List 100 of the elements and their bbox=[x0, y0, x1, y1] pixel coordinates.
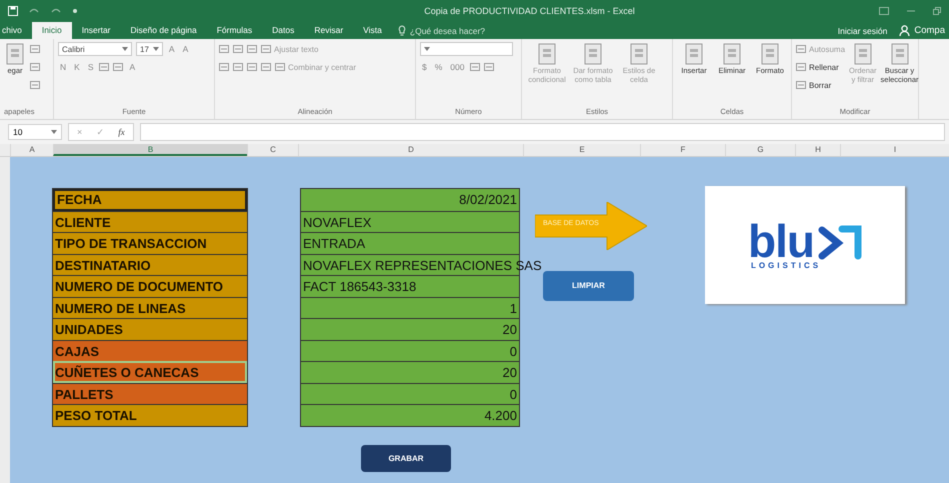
sheet-icon bbox=[536, 42, 558, 66]
field-label: NUMERO DE DOCUMENTO bbox=[53, 275, 247, 296]
cell-text: 8/02/2021 bbox=[459, 192, 517, 207]
window-title: Copia de PRODUCTIVIDAD CLIENTES.xlsm - Excel bbox=[423, 6, 636, 16]
format-button[interactable]: % bbox=[432, 62, 444, 72]
tool-icon[interactable] bbox=[219, 44, 229, 54]
format-button[interactable]: S bbox=[86, 62, 96, 72]
field-label: PALLETS bbox=[53, 382, 247, 404]
cell-text: 4.200 bbox=[484, 408, 517, 423]
field-label: TIPO DE TRANSACCION bbox=[53, 232, 247, 254]
tool-icon[interactable] bbox=[30, 80, 40, 90]
field-label: CLIENTE bbox=[53, 210, 247, 232]
sheet-icon bbox=[852, 42, 874, 66]
caret-icon bbox=[122, 47, 128, 51]
cell-text: 0 bbox=[510, 386, 517, 402]
ribbon-tab[interactable]: Vista bbox=[353, 24, 392, 39]
field-label: NUMERO DE LINEAS bbox=[53, 296, 247, 318]
column-header[interactable]: C bbox=[247, 144, 298, 156]
name-box[interactable]: 10 bbox=[8, 124, 62, 140]
caret-icon bbox=[152, 47, 159, 51]
format-button[interactable]: K bbox=[72, 62, 82, 72]
tool-icon[interactable] bbox=[470, 62, 480, 72]
tool-icon[interactable] bbox=[233, 44, 243, 54]
ribbon-tab[interactable]: Datos bbox=[262, 24, 304, 39]
search-field[interactable]: ¿Qué desea hacer? bbox=[410, 26, 486, 36]
logo-wordmark: blu bbox=[748, 220, 814, 260]
field-label: PESO TOTAL bbox=[53, 404, 247, 426]
share-button[interactable]: Compa bbox=[895, 25, 949, 39]
customize-icon[interactable] bbox=[72, 8, 78, 14]
sheet-icon bbox=[4, 42, 26, 66]
ribbon-tab[interactable]: Revisar bbox=[304, 24, 354, 39]
ribbon-tab[interactable]: Diseño de página bbox=[120, 24, 207, 39]
save-icon[interactable] bbox=[8, 6, 18, 16]
ribbon-tab[interactable]: Insertar bbox=[72, 24, 121, 39]
column-header[interactable]: I bbox=[840, 144, 949, 156]
save-button[interactable]: GRABAR bbox=[361, 445, 451, 472]
sheet-icon bbox=[888, 42, 911, 66]
tool-icon bbox=[275, 62, 285, 72]
column-header[interactable]: F bbox=[640, 144, 725, 156]
cell-text: NOVAFLEX bbox=[303, 214, 372, 230]
format-button[interactable]: 000 bbox=[448, 62, 466, 72]
tool-icon[interactable] bbox=[113, 62, 124, 72]
tool-icon[interactable] bbox=[484, 62, 494, 72]
tool-icon[interactable] bbox=[99, 62, 110, 72]
dropdown-field[interactable]: Calibri bbox=[58, 42, 132, 56]
cell-text: 0 bbox=[510, 344, 517, 358]
format-button[interactable]: A bbox=[180, 44, 190, 54]
format-button[interactable]: N bbox=[58, 62, 68, 72]
ribbon-button[interactable]: Rellenar bbox=[796, 62, 839, 72]
field-label: UNIDADES bbox=[53, 318, 247, 340]
tool-icon[interactable] bbox=[261, 62, 271, 72]
tool-icon bbox=[796, 44, 806, 54]
field-label: DESTINATARIO bbox=[53, 254, 247, 275]
ribbon-tab[interactable]: Fórmulas bbox=[206, 24, 262, 39]
tool-icon bbox=[796, 80, 806, 90]
sheet-icon bbox=[628, 42, 650, 66]
caret-icon bbox=[51, 130, 57, 134]
logo-tagline: LOGISTICS bbox=[750, 260, 822, 270]
tool-icon[interactable] bbox=[219, 62, 229, 72]
restore-icon[interactable] bbox=[933, 7, 941, 15]
tool-icon[interactable] bbox=[233, 62, 243, 72]
caret-icon bbox=[424, 47, 430, 51]
cell-text: ENTRADA bbox=[303, 236, 366, 251]
format-button[interactable]: $ bbox=[420, 62, 429, 72]
column-header[interactable]: H bbox=[795, 144, 840, 156]
cell-text: FACT 186543-3318 bbox=[303, 279, 416, 294]
ribbon-options-icon[interactable] bbox=[879, 7, 889, 15]
cell-text: 20 bbox=[502, 365, 517, 380]
cell-text: 1 bbox=[510, 300, 517, 316]
lightbulb-icon bbox=[398, 25, 406, 36]
field-label: FECHA bbox=[53, 189, 247, 210]
column-header[interactable]: B bbox=[53, 144, 247, 156]
dropdown-field[interactable] bbox=[420, 42, 513, 56]
tool-icon[interactable] bbox=[247, 44, 257, 54]
tool-icon bbox=[796, 62, 806, 72]
field-label: CAJAS bbox=[53, 340, 247, 361]
sheet-icon bbox=[721, 42, 743, 66]
formula-input[interactable] bbox=[140, 123, 945, 141]
column-header[interactable]: G bbox=[725, 144, 795, 156]
tool-icon[interactable] bbox=[247, 62, 257, 72]
dropdown-field[interactable]: 17 bbox=[136, 42, 163, 56]
ribbon-tab[interactable]: chivo bbox=[0, 24, 32, 39]
person-icon bbox=[899, 25, 910, 36]
format-button[interactable]: A bbox=[166, 44, 177, 54]
tool-icon bbox=[261, 44, 271, 54]
logo-mark-icon bbox=[818, 224, 862, 260]
tool-icon[interactable] bbox=[30, 62, 40, 72]
sheet-icon bbox=[683, 42, 705, 66]
sign-in-link[interactable]: Iniciar sesión bbox=[830, 26, 896, 39]
insert-function-button[interactable]: fx bbox=[118, 127, 125, 137]
cell-text: 20 bbox=[502, 322, 517, 337]
field-label: CUÑETES O CANECAS bbox=[53, 361, 247, 382]
sheet-icon bbox=[582, 42, 604, 66]
ribbon-tab[interactable]: Inicio bbox=[32, 22, 72, 39]
tool-icon[interactable] bbox=[30, 44, 40, 54]
column-header[interactable]: E bbox=[523, 144, 640, 156]
clear-button[interactable]: LIMPIAR bbox=[543, 271, 634, 301]
column-header[interactable]: D bbox=[298, 144, 523, 156]
ribbon-button[interactable]: Borrar bbox=[796, 80, 832, 90]
format-button[interactable]: A bbox=[127, 62, 138, 72]
